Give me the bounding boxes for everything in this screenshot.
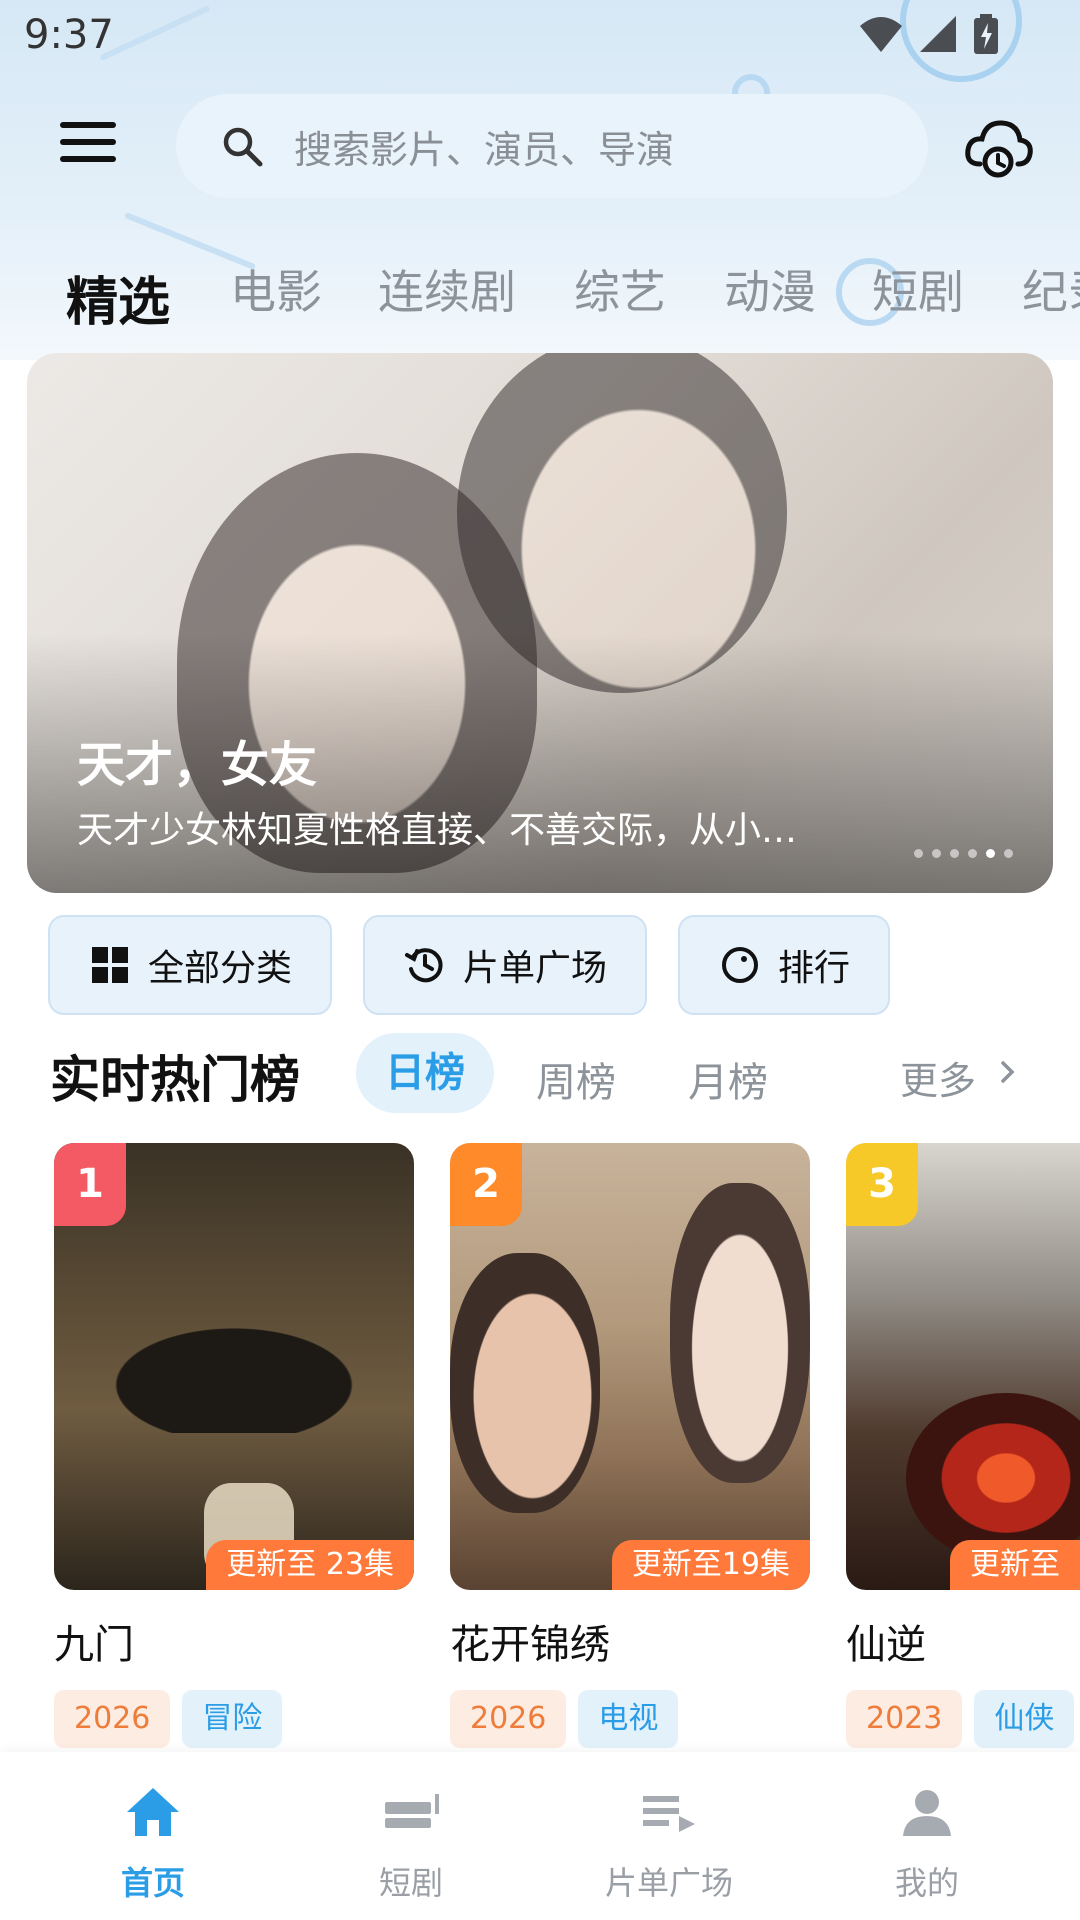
poster-artwork	[906, 1393, 1080, 1563]
poster-image[interactable]: 1 更新至 23集	[54, 1143, 414, 1590]
genre-tag: 仙侠	[974, 1690, 1075, 1748]
grid-icon	[92, 947, 128, 983]
card-title[interactable]: 花开锦绣	[450, 1612, 810, 1670]
cellular-signal-icon	[920, 16, 956, 52]
tab-short-drama[interactable]: 短剧	[872, 256, 964, 322]
poster-image[interactable]: 2 更新至19集	[450, 1143, 810, 1590]
poster-image[interactable]: 3 更新至	[846, 1143, 1080, 1590]
pagination-dot[interactable]	[968, 849, 977, 858]
search-icon	[223, 127, 263, 167]
status-bar: 9:37	[0, 0, 1080, 72]
ranking-label: 排行	[778, 948, 851, 989]
short-drama-icon	[385, 1794, 439, 1828]
home-icon	[127, 1788, 179, 1836]
nav-short-drama[interactable]: 短剧	[276, 1752, 546, 1920]
history-icon	[405, 948, 443, 983]
search-placeholder: 搜索影片、演员、导演	[294, 127, 675, 172]
tab-movie[interactable]: 电影	[230, 256, 322, 322]
playlist-plaza-button[interactable]: 片单广场	[363, 915, 647, 1015]
tab-weekly[interactable]: 周榜	[536, 1050, 616, 1108]
nav-playlist-plaza-label: 片单广场	[604, 1864, 733, 1902]
pagination-dot[interactable]	[932, 849, 941, 858]
genre-tag: 电视	[578, 1690, 679, 1748]
tab-monthly[interactable]: 月榜	[688, 1050, 768, 1108]
status-time: 9:37	[24, 12, 114, 58]
update-badge: 更新至 23集	[206, 1540, 414, 1590]
update-badge: 更新至19集	[611, 1540, 810, 1590]
playlist-icon	[643, 1796, 695, 1832]
nav-home[interactable]: 首页	[18, 1752, 288, 1920]
all-categories-button[interactable]: 全部分类	[48, 915, 332, 1015]
featured-banner[interactable]: 天才，女友 天才少女林知夏性格直接、不善交际，从小…	[27, 353, 1053, 893]
card-title[interactable]: 九门	[54, 1612, 414, 1670]
year-tag: 2023	[846, 1690, 963, 1748]
hot-ranking-title: 实时热门榜	[50, 1051, 300, 1109]
year-tag: 2026	[450, 1690, 567, 1748]
tab-documentary[interactable]: 纪录	[1022, 256, 1080, 322]
nav-home-label: 首页	[120, 1864, 185, 1902]
menu-button[interactable]	[60, 122, 116, 170]
status-icons	[858, 14, 1000, 54]
playlist-plaza-label: 片单广场	[463, 948, 608, 989]
poster-artwork	[450, 1253, 600, 1513]
rank-badge: 3	[846, 1143, 918, 1226]
pagination-dot-active[interactable]	[986, 849, 995, 858]
rank-badge: 2	[450, 1143, 522, 1226]
search-bar[interactable]: 搜索影片、演员、导演	[176, 94, 928, 198]
ranking-card[interactable]: 2 更新至19集 花开锦绣 2026 电视	[450, 1143, 810, 1748]
ranking-card[interactable]: 1 更新至 23集 九门 2026 冒险	[54, 1143, 414, 1748]
pagination-dot[interactable]	[914, 849, 923, 858]
ranking-button[interactable]: 排行	[678, 915, 890, 1015]
tab-featured[interactable]: 精选	[66, 260, 170, 326]
tab-series[interactable]: 连续剧	[378, 256, 516, 322]
more-link[interactable]: 更多	[900, 1050, 976, 1105]
card-tags: 2026 冒险	[54, 1690, 414, 1748]
nav-playlist-plaza[interactable]: 片单广场	[534, 1752, 804, 1920]
chevron-right-icon[interactable]	[996, 1060, 1020, 1084]
all-categories-label: 全部分类	[148, 948, 293, 989]
banner-description: 天才少女林知夏性格直接、不善交际，从小…	[77, 810, 798, 851]
cloud-history-icon[interactable]	[962, 112, 1034, 184]
card-tags: 2023 仙侠	[846, 1690, 1080, 1748]
poster-artwork	[670, 1183, 810, 1483]
year-tag: 2026	[54, 1690, 171, 1748]
ranking-card[interactable]: 3 更新至 仙逆 2023 仙侠	[846, 1143, 1080, 1748]
poster-artwork	[84, 1313, 384, 1433]
profile-icon	[903, 1790, 951, 1836]
tab-anime[interactable]: 动漫	[724, 256, 816, 322]
tab-daily[interactable]: 日榜	[356, 1033, 494, 1113]
battery-charging-icon	[974, 14, 998, 54]
ranking-icon	[722, 947, 758, 983]
nav-mine[interactable]: 我的	[792, 1752, 1062, 1920]
bottom-navigation: 首页 短剧 片单广场 我的	[0, 1752, 1080, 1920]
update-badge: 更新至	[950, 1540, 1080, 1590]
card-title[interactable]: 仙逆	[846, 1612, 1080, 1670]
rank-badge: 1	[54, 1143, 126, 1226]
nav-mine-label: 我的	[894, 1864, 959, 1902]
card-tags: 2026 电视	[450, 1690, 810, 1748]
banner-pagination	[914, 849, 1013, 858]
wifi-icon	[860, 17, 902, 52]
genre-tag: 冒险	[182, 1690, 283, 1748]
pagination-dot[interactable]	[950, 849, 959, 858]
banner-title: 天才，女友	[77, 737, 318, 793]
category-tabs: 精选 电影 连续剧 综艺 动漫 短剧 纪录	[0, 256, 1080, 326]
tab-variety[interactable]: 综艺	[574, 256, 666, 322]
pagination-dot[interactable]	[1004, 849, 1013, 858]
nav-short-drama-label: 短剧	[378, 1864, 443, 1902]
